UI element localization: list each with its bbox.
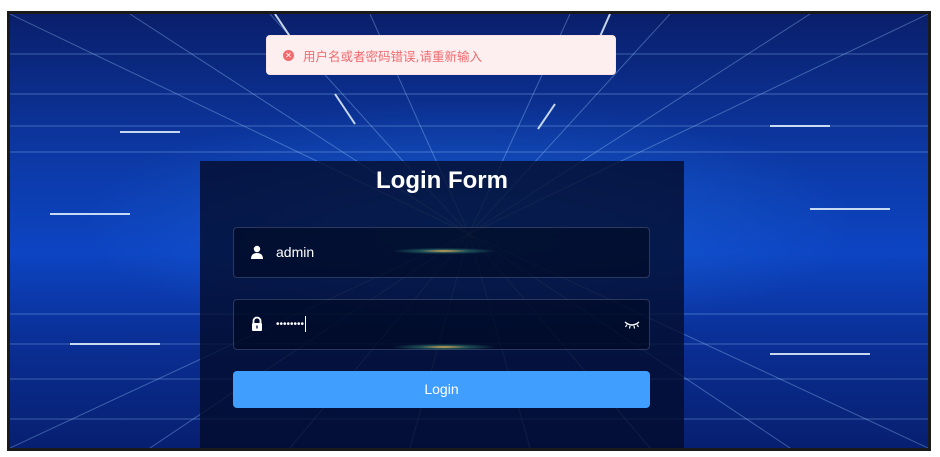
password-field[interactable]: ••••••••: [233, 299, 650, 350]
login-button[interactable]: Login: [233, 371, 650, 408]
login-panel: Login Form admin •••••••• Login: [200, 161, 684, 448]
app-window: ✕ 用户名或者密码错误,请重新输入 Login Form admin •••••…: [7, 11, 931, 451]
username-field[interactable]: admin: [233, 227, 650, 278]
username-input[interactable]: admin: [276, 242, 314, 262]
error-alert: ✕ 用户名或者密码错误,请重新输入: [266, 35, 616, 75]
lock-icon: [252, 316, 262, 331]
field-glow: [394, 248, 494, 254]
user-icon: [251, 245, 263, 259]
password-masked-value: ••••••••: [276, 318, 305, 330]
eye-closed-icon[interactable]: [623, 318, 641, 330]
field-glow: [394, 344, 494, 350]
error-circle-icon: ✕: [283, 49, 294, 61]
text-caret: [305, 316, 307, 332]
username-value: admin: [276, 244, 315, 260]
login-title: Login Form: [376, 167, 508, 194]
error-alert-message: 用户名或者密码错误,请重新输入: [303, 48, 482, 64]
password-input[interactable]: ••••••••: [276, 314, 307, 334]
